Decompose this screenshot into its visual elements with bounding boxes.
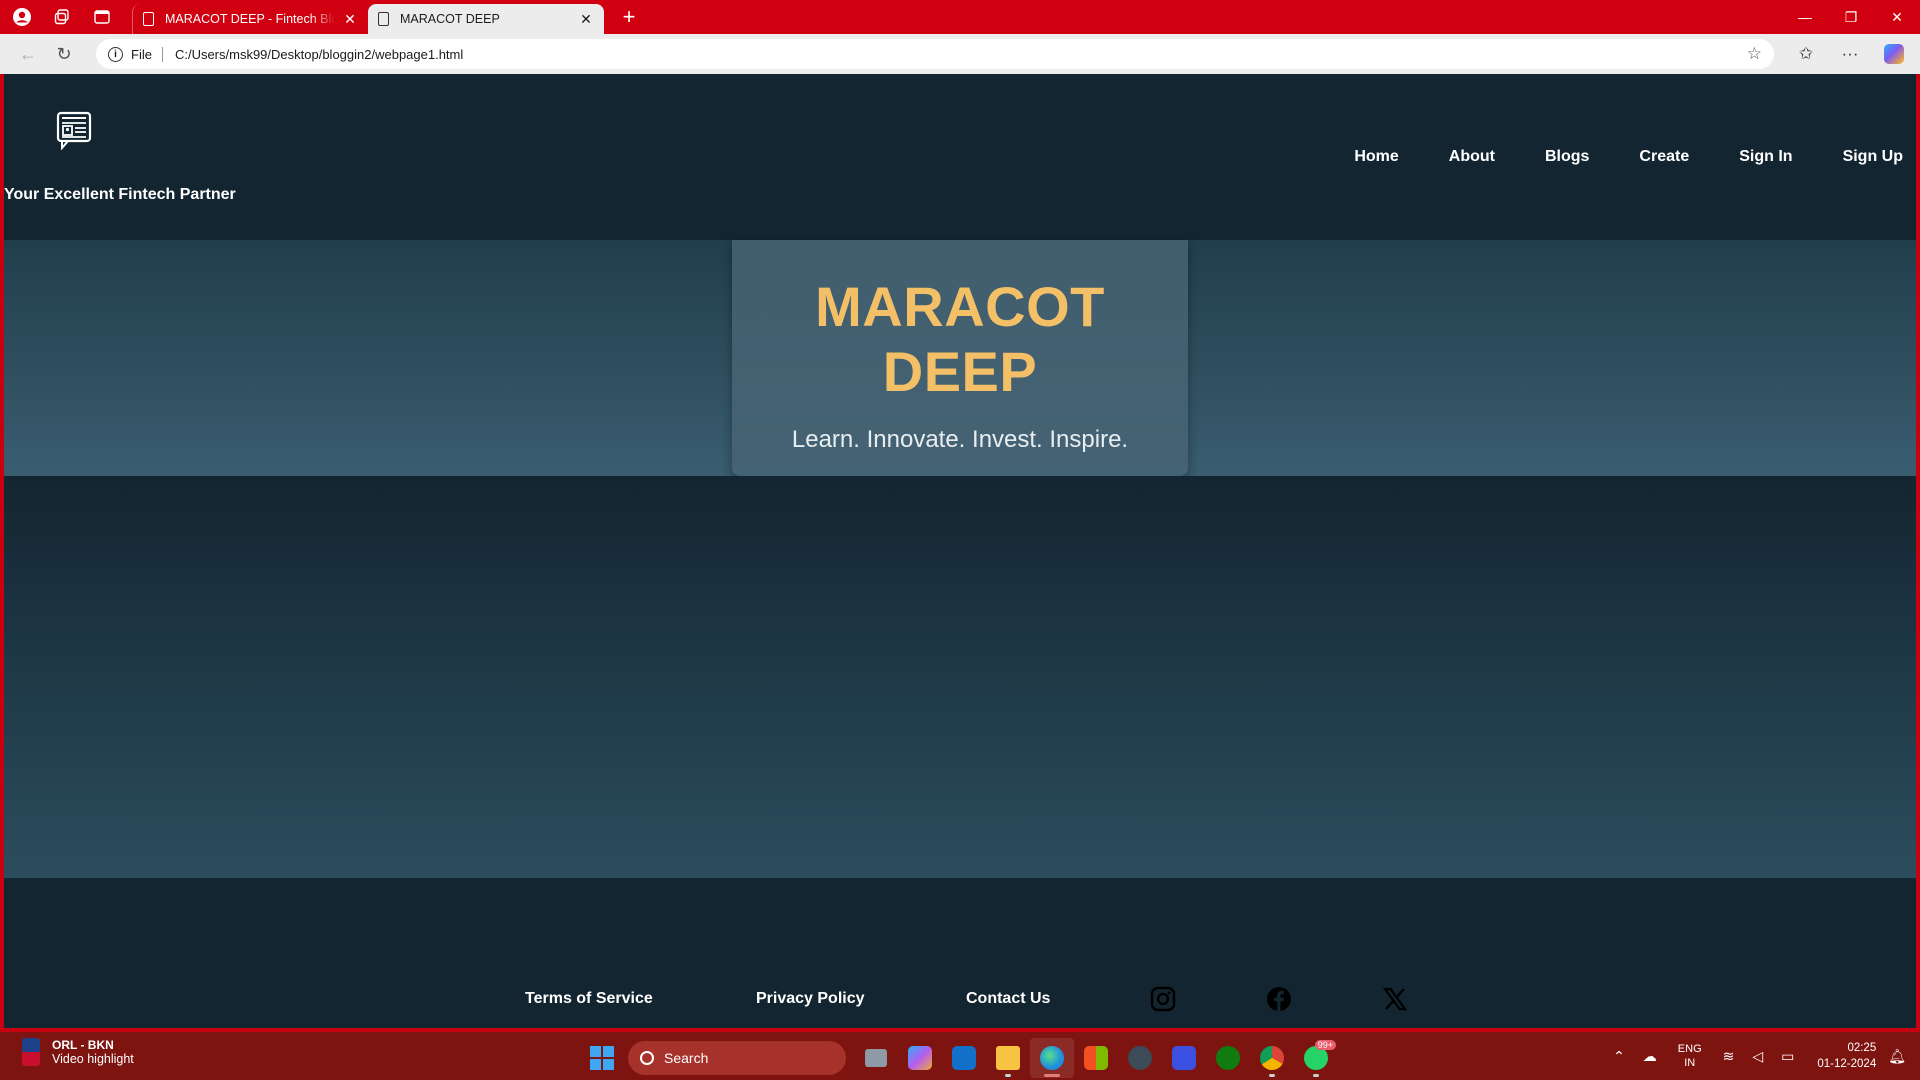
tab-title: MARACOT DEEP - Fintech Bloggin xyxy=(165,12,336,26)
reload-button[interactable]: ↻ xyxy=(46,38,82,70)
hero-card: MARACOT DEEP Learn. Innovate. Invest. In… xyxy=(732,240,1188,476)
favorites-icon[interactable]: ✩ xyxy=(1784,38,1828,70)
footer-links: Terms of Service Privacy Policy Contact … xyxy=(4,986,1916,1016)
hero-title: MARACOT DEEP xyxy=(815,275,1105,403)
whatsapp-icon[interactable]: 99+ xyxy=(1294,1038,1338,1078)
info-icon[interactable]: i xyxy=(108,46,123,62)
more-options-icon[interactable]: ··· xyxy=(1828,38,1872,70)
minimize-icon[interactable]: — xyxy=(1782,0,1828,34)
search-icon xyxy=(640,1051,654,1065)
restore-icon[interactable]: ❐ xyxy=(1828,0,1874,34)
privacy-policy-link[interactable]: Privacy Policy xyxy=(756,990,865,1008)
site-footer: Terms of Service Privacy Policy Contact … xyxy=(4,878,1916,1028)
page-icon xyxy=(143,12,154,26)
start-icon[interactable] xyxy=(590,1046,614,1070)
volume-icon[interactable]: ◁ xyxy=(1752,1048,1763,1065)
site-tagline: Your Excellent Fintech Partner xyxy=(4,186,236,203)
browser-toolbar: ← ↻ i File C:/Users/msk99/Desktop/bloggi… xyxy=(0,34,1920,74)
toolbar-actions: ✩ ··· xyxy=(1784,38,1916,70)
region-code: IN xyxy=(1684,1057,1696,1069)
task-view-icon[interactable] xyxy=(854,1038,898,1078)
nav-blogs[interactable]: Blogs xyxy=(1545,148,1589,166)
whatsapp-badge: 99+ xyxy=(1314,1040,1336,1050)
hero-subtitle: Learn. Innovate. Invest. Inspire. xyxy=(791,426,1129,453)
onedrive-icon[interactable]: ☁ xyxy=(1643,1048,1657,1065)
taskbar-apps: Search 99+ xyxy=(590,1038,1338,1078)
taskbar: ORL - BKN Video highlight Search 99+ ⌃ ☁… xyxy=(0,1032,1920,1080)
contact-us-link[interactable]: Contact Us xyxy=(966,990,1050,1008)
nav-about[interactable]: About xyxy=(1449,148,1495,166)
close-tab-icon[interactable]: ✕ xyxy=(578,11,594,28)
battery-icon[interactable]: ▭ xyxy=(1781,1048,1794,1065)
tab-maracot-deep[interactable]: MARACOT DEEP ✕ xyxy=(368,4,604,34)
back-button[interactable]: ← xyxy=(10,38,46,70)
address-scheme: File xyxy=(131,46,163,62)
profile-icon[interactable] xyxy=(2,0,42,34)
language-indicator[interactable]: ENG IN xyxy=(1678,1042,1702,1070)
clock-date: 01-12-2024 xyxy=(1817,1058,1877,1070)
address-bar[interactable]: i File C:/Users/msk99/Desktop/bloggin2/w… xyxy=(96,39,1774,69)
tab-fintech-blogging[interactable]: MARACOT DEEP - Fintech Bloggin ✕ xyxy=(132,4,368,34)
nav-home[interactable]: Home xyxy=(1354,148,1398,166)
blog-logo-icon[interactable] xyxy=(56,110,92,150)
favorite-star-icon[interactable]: ☆ xyxy=(1747,44,1762,64)
x-icon[interactable] xyxy=(1382,986,1408,1012)
nav-sign-in[interactable]: Sign In xyxy=(1739,148,1792,166)
tab-title: MARACOT DEEP xyxy=(400,12,500,26)
site-header: Your Excellent Fintech Partner Home Abou… xyxy=(4,74,1916,240)
site-nav: Home About Blogs Create Sign In Sign Up xyxy=(1304,148,1903,166)
facebook-icon[interactable] xyxy=(1266,986,1292,1012)
address-url[interactable]: C:/Users/msk99/Desktop/bloggin2/webpage1… xyxy=(175,47,1747,62)
system-tray: ⌃ ☁ ENG IN ≋ ◁ ▭ 02:25 01-12-2024 🔔︎ xyxy=(1604,1032,1920,1080)
news-title: ORL - BKN xyxy=(52,1038,114,1052)
clock[interactable]: 02:25 01-12-2024 xyxy=(1817,1040,1876,1072)
chrome-icon[interactable] xyxy=(1250,1038,1294,1078)
wifi-icon[interactable]: ≋ xyxy=(1723,1048,1735,1065)
page-viewport: Your Excellent Fintech Partner Home Abou… xyxy=(4,74,1916,1028)
nav-create[interactable]: Create xyxy=(1639,148,1689,166)
window-controls: — ❐ ✕ xyxy=(1782,0,1920,34)
search-label: Search xyxy=(664,1050,709,1066)
news-subtitle: Video highlight xyxy=(52,1052,134,1066)
copilot-icon xyxy=(1884,44,1904,64)
page-icon xyxy=(378,12,389,26)
store-icon[interactable] xyxy=(1074,1038,1118,1078)
file-explorer-icon[interactable] xyxy=(986,1038,1030,1078)
browser-titlebar: MARACOT DEEP - Fintech Bloggin ✕ MARACOT… xyxy=(0,0,1920,34)
new-tab-button[interactable]: + xyxy=(612,2,646,32)
xbox-icon[interactable] xyxy=(1206,1038,1250,1078)
main-content-section xyxy=(4,476,1916,878)
close-tab-icon[interactable]: ✕ xyxy=(342,11,358,28)
taskbar-search[interactable]: Search xyxy=(628,1041,846,1075)
nba-logo-icon xyxy=(22,1038,40,1066)
vertical-tabs-icon[interactable] xyxy=(82,0,122,34)
terms-of-service-link[interactable]: Terms of Service xyxy=(525,990,653,1008)
terminal-icon[interactable] xyxy=(1118,1038,1162,1078)
close-window-icon[interactable]: ✕ xyxy=(1874,0,1920,34)
outlook-icon[interactable] xyxy=(942,1038,986,1078)
notification-bell-icon[interactable]: 🔔︎ xyxy=(1888,1048,1906,1065)
news-widget[interactable]: ORL - BKN Video highlight xyxy=(22,1038,134,1066)
instagram-icon[interactable] xyxy=(1150,986,1176,1012)
lang-code: ENG xyxy=(1677,1043,1702,1055)
copilot-app-icon[interactable] xyxy=(898,1038,942,1078)
clock-time: 02:25 xyxy=(1847,1042,1877,1054)
nav-sign-up[interactable]: Sign Up xyxy=(1843,148,1903,166)
workspaces-icon[interactable] xyxy=(42,0,82,34)
edge-icon[interactable] xyxy=(1030,1038,1074,1078)
copilot-button[interactable] xyxy=(1872,38,1916,70)
chevron-up-icon[interactable]: ⌃ xyxy=(1613,1048,1625,1065)
editor-icon[interactable] xyxy=(1162,1038,1206,1078)
